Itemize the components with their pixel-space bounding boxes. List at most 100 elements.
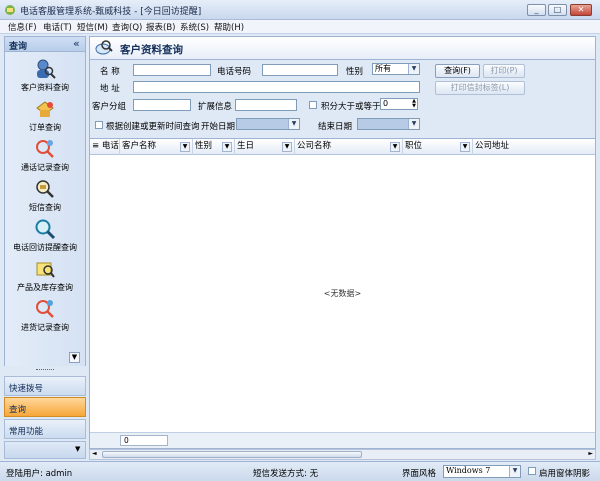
ext-label: 扩展信息 (198, 102, 233, 112)
col-birthday-label: 生日 (237, 141, 255, 151)
points-stepper[interactable]: 0 ▲ ▼ (380, 98, 418, 110)
window-title: 电话客服管理系统-甄威科技 - [今日回访提醒] (20, 7, 202, 17)
menu-bar: 信息(F) 电话(T) 短信(M) 查询(Q) 报表(B) 系统(S) 帮助(H… (0, 20, 600, 34)
menu-sms[interactable]: 短信(M) (77, 21, 108, 33)
sidebar-title: 查询 (9, 42, 28, 52)
col-phone-label: 电话 (101, 141, 119, 151)
points-checkbox[interactable] (309, 101, 317, 109)
points-label: 积分大于或等于 (321, 102, 381, 112)
end-date-label: 结束日期 (318, 122, 353, 132)
scroll-thumb[interactable] (102, 451, 362, 458)
results-grid[interactable]: ≡ 电话 客户名称 ▼ 性别 ▼ 生日 ▼ 公司名称 ▼ 职位 ▼ 公司地址 <… (89, 138, 596, 449)
col-position[interactable]: 职位 ▼ (403, 139, 473, 155)
filter-dropdown-icon[interactable]: ▼ (390, 142, 400, 152)
name-label: 名 称 (100, 67, 120, 77)
search-icon (95, 40, 113, 55)
grid-footer: 0 (90, 432, 595, 448)
col-phone[interactable]: ≡ 电话 (90, 139, 120, 155)
app-icon (5, 5, 15, 15)
col-customer-name[interactable]: 客户名称 ▼ (120, 139, 193, 155)
address-label: 地 址 (100, 84, 120, 94)
sidebar-item-call-log[interactable]: 通话记录查询 (5, 136, 85, 176)
sms-icon (36, 180, 54, 198)
grid-header: ≡ 电话 客户名称 ▼ 性别 ▼ 生日 ▼ 公司名称 ▼ 职位 ▼ 公司地址 (90, 139, 595, 155)
theme-value: Windows 7 (446, 466, 491, 475)
print-button[interactable]: 打印(P) (483, 64, 525, 78)
col-gender[interactable]: 性别 ▼ (193, 139, 235, 155)
logged-in-user: 登陆用户: admin (6, 469, 73, 479)
stepper-arrows-icon[interactable]: ▲ ▼ (412, 99, 416, 109)
address-input[interactable] (133, 81, 420, 93)
group-input[interactable] (133, 99, 191, 111)
grid-menu-icon[interactable]: ≡ (92, 141, 99, 151)
sidebar-item-callback-reminder[interactable]: 电话回访提醒查询 (5, 216, 85, 256)
sidebar-nav: 客户资料查询 订单查询 通话记录查询 短信查询 电话回访提醒查询 产品及库存查询… (4, 52, 86, 366)
sidebar-item-sms[interactable]: 短信查询 (5, 176, 85, 216)
purchase-icon (36, 300, 54, 318)
collapse-icon[interactable]: « (73, 37, 80, 50)
col-company-name[interactable]: 公司名称 ▼ (295, 139, 403, 155)
scroll-left-icon[interactable]: ◄ (92, 450, 97, 457)
sidebar-item-label: 通话记录查询 (21, 163, 69, 172)
filter-dropdown-icon[interactable]: ▼ (180, 142, 190, 152)
sidebar-item-order[interactable]: 订单查询 (5, 96, 85, 136)
horizontal-scrollbar[interactable]: ◄ ► (89, 449, 596, 460)
maximize-button[interactable]: □ (548, 4, 567, 16)
start-date-picker[interactable]: ▼ (236, 118, 300, 130)
call-log-icon (36, 140, 54, 158)
gender-label: 性别 (346, 67, 364, 77)
shadow-checkbox[interactable] (528, 467, 536, 475)
theme-select[interactable]: Windows 7 ▼ (443, 465, 521, 478)
col-company-address[interactable]: 公司地址 (473, 139, 595, 155)
start-date-label: 开始日期 (201, 122, 236, 132)
menu-system[interactable]: 系统(S) (180, 21, 209, 33)
col-birthday[interactable]: 生日 ▼ (235, 139, 295, 155)
sidebar-item-product-stock[interactable]: 产品及库存查询 (5, 256, 85, 296)
print-envelope-button[interactable]: 打印信封标签(L) (435, 81, 525, 95)
chevron-down-icon: ▼ (408, 64, 419, 74)
shadow-label: 启用窗体阴影 (539, 469, 591, 479)
sidebar-scroll-down-button[interactable]: ▼ (69, 352, 80, 363)
order-icon (36, 101, 54, 117)
panel-header: 客户资料查询 (89, 36, 596, 60)
nav-overflow-strip[interactable]: ▼ (4, 441, 86, 459)
col-customer-name-label: 客户名称 (122, 141, 157, 151)
sidebar-item-customer-search[interactable]: 客户资料查询 (5, 56, 85, 96)
title-bar: 电话客服管理系统-甄威科技 - [今日回访提醒] _ □ ✕ (0, 0, 600, 20)
gender-select[interactable]: 所有 ▼ (372, 63, 420, 75)
filter-dropdown-icon[interactable]: ▼ (282, 142, 292, 152)
sidebar-item-purchase[interactable]: 进货记录查询 (5, 296, 85, 336)
menu-query[interactable]: 查询(Q) (112, 21, 142, 33)
date-query-checkbox[interactable] (95, 121, 103, 129)
menu-help[interactable]: 帮助(H) (214, 21, 244, 33)
nav-common-functions[interactable]: 常用功能 (4, 419, 86, 439)
query-button[interactable]: 查询(F) (435, 64, 480, 78)
splitter-grip[interactable] (36, 369, 54, 371)
col-company-name-label: 公司名称 (297, 141, 332, 151)
menu-report[interactable]: 报表(B) (146, 21, 175, 33)
minimize-button[interactable]: _ (527, 4, 546, 16)
theme-label: 界面风格 (402, 469, 437, 479)
col-gender-label: 性别 (195, 141, 213, 151)
ext-input[interactable] (235, 99, 297, 111)
end-date-picker[interactable]: ▼ (357, 118, 420, 130)
date-query-label: 根据创建或更新时间查询 (106, 122, 200, 132)
chevron-down-icon: ▼ (509, 466, 520, 477)
overflow-chevron-icon[interactable]: ▼ (75, 445, 80, 453)
record-count: 0 (120, 435, 168, 446)
menu-info[interactable]: 信息(F) (8, 21, 37, 33)
scroll-right-icon[interactable]: ► (588, 450, 593, 457)
nav-quick-dial[interactable]: 快速拨号 (4, 376, 86, 396)
sidebar-item-label: 订单查询 (29, 123, 61, 132)
phone-input[interactable] (262, 64, 338, 76)
points-value: 0 (383, 99, 389, 108)
menu-phone[interactable]: 电话(T) (43, 21, 72, 33)
filter-dropdown-icon[interactable]: ▼ (460, 142, 470, 152)
close-button[interactable]: ✕ (570, 4, 592, 16)
empty-message: <无数据> (323, 289, 362, 298)
name-input[interactable] (133, 64, 211, 76)
filter-dropdown-icon[interactable]: ▼ (222, 142, 232, 152)
status-bar: 登陆用户: admin 短信发送方式: 无 界面风格 Windows 7 ▼ 启… (0, 461, 600, 481)
nav-query[interactable]: 查询 (4, 397, 86, 417)
gender-value: 所有 (375, 64, 391, 73)
